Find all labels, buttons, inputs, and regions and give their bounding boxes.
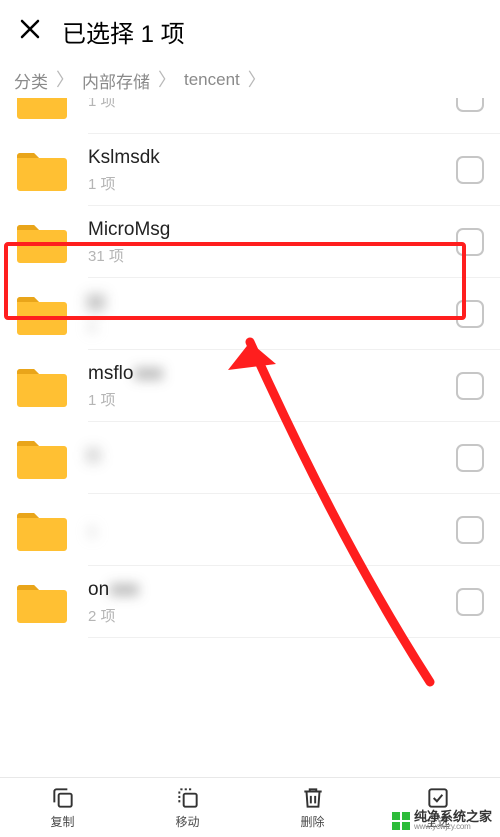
list-item[interactable]: msfloxxx 1 项 (0, 350, 500, 422)
copy-button[interactable]: 复制 (0, 778, 125, 837)
breadcrumb-item[interactable]: 分类 (14, 68, 48, 93)
list-item-body: Kslmsdk 1 项 (88, 147, 438, 194)
move-button[interactable]: 移动 (125, 778, 250, 837)
checkbox[interactable] (456, 588, 484, 616)
file-list: 1 项 Kslmsdk1 项 MicroMsg31 项 M6 msfloxxx1… (0, 98, 500, 777)
select-all-icon (425, 785, 451, 811)
list-item-body: 5 (88, 520, 438, 541)
list-item-body: M6 (88, 293, 438, 336)
move-icon (175, 785, 201, 811)
folder-icon (14, 578, 70, 626)
breadcrumb: 分类 〉 内部存储 〉 tencent 〉 (0, 62, 500, 98)
copy-label: 复制 (50, 813, 74, 830)
list-item[interactable]: n (0, 422, 500, 494)
list-item-body: 1 项 (88, 98, 438, 111)
watermark-logo-icon (392, 812, 410, 830)
folder-subtitle: 1 项 (88, 173, 438, 194)
folder-name: Kslmsdk (88, 147, 438, 169)
list-item[interactable]: Kslmsdk 1 项 (0, 134, 500, 206)
checkbox[interactable] (456, 228, 484, 256)
page-title: 已选择 1 项 (62, 14, 185, 49)
chevron-right-icon: 〉 (56, 71, 74, 89)
breadcrumb-item[interactable]: 内部存储 (82, 68, 150, 93)
header: 已选择 1 项 (0, 0, 500, 62)
checkbox[interactable] (456, 300, 484, 328)
folder-subtitle: 5 (88, 524, 438, 541)
chevron-right-icon: 〉 (158, 71, 176, 89)
list-item[interactable]: 5 (0, 494, 500, 566)
breadcrumb-item[interactable]: tencent (184, 70, 240, 90)
folder-icon (14, 146, 70, 194)
folder-name: onxxx (88, 579, 438, 601)
folder-name: msfloxxx (88, 363, 438, 385)
folder-icon (14, 506, 70, 554)
folder-subtitle: 1 项 (88, 389, 438, 410)
watermark-url: www.ycwjzy.com (414, 823, 492, 831)
list-item-body: onxxx 2 项 (88, 579, 438, 626)
list-item[interactable]: MicroMsg 31 项 (0, 206, 500, 278)
close-icon[interactable] (18, 17, 42, 46)
folder-icon (14, 98, 70, 122)
folder-icon (14, 362, 70, 410)
checkbox[interactable] (456, 516, 484, 544)
list-item[interactable]: M6 (0, 278, 500, 350)
folder-name: n (88, 445, 438, 467)
folder-subtitle: 2 项 (88, 605, 438, 626)
trash-icon (300, 785, 326, 811)
delete-label: 删除 (300, 813, 324, 830)
list-item[interactable]: 1 项 (0, 98, 500, 134)
checkbox[interactable] (456, 372, 484, 400)
delete-button[interactable]: 删除 (250, 778, 375, 837)
move-label: 移动 (175, 813, 199, 830)
folder-subtitle: 31 项 (88, 245, 438, 266)
folder-icon (14, 434, 70, 482)
chevron-right-icon: 〉 (248, 71, 266, 89)
copy-icon (50, 785, 76, 811)
folder-icon (14, 218, 70, 266)
folder-name: M (88, 293, 438, 315)
list-item-body: n (88, 445, 438, 471)
checkbox[interactable] (456, 444, 484, 472)
list-item-body: MicroMsg 31 项 (88, 219, 438, 266)
list-item-body: msfloxxx 1 项 (88, 363, 438, 410)
list-item[interactable]: onxxx 2 项 (0, 566, 500, 638)
checkbox[interactable] (456, 156, 484, 184)
folder-icon (14, 290, 70, 338)
folder-name: MicroMsg (88, 219, 438, 241)
folder-subtitle: 6 (88, 319, 438, 336)
checkbox[interactable] (456, 98, 484, 112)
folder-subtitle: 1 项 (88, 98, 438, 111)
watermark: 纯净系统之家 www.ycwjzy.com (392, 810, 492, 831)
